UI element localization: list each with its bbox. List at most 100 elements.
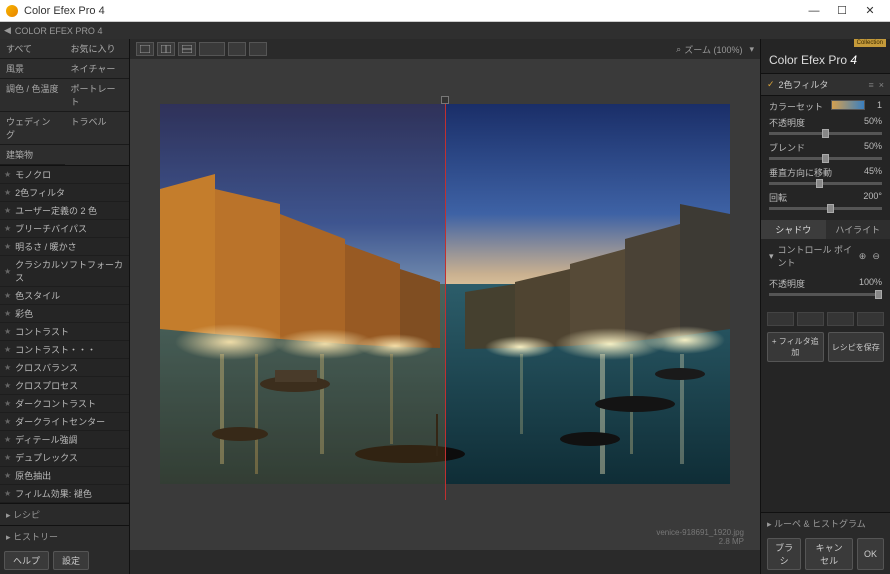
image-canvas[interactable]	[130, 59, 760, 528]
star-icon[interactable]: ★	[4, 242, 11, 251]
filter-label: コントラスト	[15, 325, 69, 338]
filter-item[interactable]: ★ブリーチバイパス	[0, 220, 129, 238]
param-label: ブレンド	[769, 141, 805, 154]
view-single-icon[interactable]	[136, 42, 154, 56]
star-icon[interactable]: ★	[4, 267, 11, 276]
param-slider[interactable]	[769, 182, 882, 185]
star-icon[interactable]: ★	[4, 188, 11, 197]
reorder-icon[interactable]: ≡	[868, 80, 872, 90]
star-icon[interactable]: ★	[4, 399, 11, 408]
add-filter-button[interactable]: + フィルタ追加	[767, 332, 824, 362]
close-filter-icon[interactable]: ×	[879, 80, 884, 90]
cp-add-minus-icon[interactable]: ⊖	[870, 249, 882, 263]
category-8[interactable]: 建築物	[0, 145, 65, 165]
star-icon[interactable]: ★	[4, 309, 11, 318]
star-icon[interactable]: ★	[4, 170, 11, 179]
filter-label: クロスバランス	[15, 361, 78, 374]
brush-button[interactable]: ブラシ	[767, 538, 801, 570]
param-value: 50%	[864, 116, 882, 129]
filter-label: コントラスト・・・	[15, 343, 96, 356]
cp-opacity-param: 不透明度100%	[761, 273, 890, 306]
filter-item[interactable]: ★原色抽出	[0, 467, 129, 485]
chevron-down-icon[interactable]: ▾	[749, 44, 754, 55]
filter-item[interactable]: ★明るさ / 暖かさ	[0, 238, 129, 256]
preset-slot-3[interactable]	[827, 312, 854, 326]
app-logo-icon	[6, 5, 18, 17]
category-7[interactable]: トラベル	[65, 112, 130, 145]
ok-button[interactable]: OK	[857, 538, 884, 570]
star-icon[interactable]: ★	[4, 327, 11, 336]
maximize-button[interactable]: ☐	[828, 4, 856, 17]
category-0[interactable]: すべて	[0, 39, 65, 59]
filter-item[interactable]: ★ユーザー定義の 2 色	[0, 202, 129, 220]
close-button[interactable]: ✕	[856, 4, 884, 17]
filter-item[interactable]: ★デュプレックス	[0, 449, 129, 467]
view-aux1-icon[interactable]	[228, 42, 246, 56]
filter-item[interactable]: ★彩色	[0, 305, 129, 323]
star-icon[interactable]: ★	[4, 345, 11, 354]
star-icon[interactable]: ★	[4, 291, 11, 300]
category-4[interactable]: 調色 / 色温度	[0, 79, 65, 112]
filter-item[interactable]: ★ ダークコントラスト	[0, 395, 129, 413]
filter-item[interactable]: ★ コントラスト・・・	[0, 341, 129, 359]
preset-slot-4[interactable]	[857, 312, 884, 326]
filter-item[interactable]: ★ コントラスト	[0, 323, 129, 341]
current-filter-header[interactable]: ✓ 2色フィルタ ≡ ×	[761, 73, 890, 96]
param-value: 1	[877, 100, 882, 113]
filter-item[interactable]: ★ クロスバランス	[0, 359, 129, 377]
filter-list[interactable]: ★モノクロ★2色フィルタ★ユーザー定義の 2 色★ブリーチバイパス★明るさ / …	[0, 166, 129, 503]
view-compare-icon[interactable]	[199, 42, 225, 56]
filter-item[interactable]: ★クラシカルソフトフォーカス	[0, 256, 129, 287]
zoom-label[interactable]: ズーム (100%)	[684, 43, 742, 56]
star-icon[interactable]: ★	[4, 363, 11, 372]
highlight-tab[interactable]: ハイライト	[826, 220, 890, 239]
preset-slot-2[interactable]	[797, 312, 824, 326]
view-split-h-icon[interactable]	[157, 42, 175, 56]
minimize-button[interactable]: —	[800, 5, 828, 17]
star-icon[interactable]: ★	[4, 453, 11, 462]
category-1[interactable]: お気に入り	[65, 39, 130, 59]
star-icon[interactable]: ★	[4, 471, 11, 480]
star-icon[interactable]: ★	[4, 417, 11, 426]
category-5[interactable]: ポートレート	[65, 79, 130, 112]
star-icon[interactable]: ★	[4, 435, 11, 444]
filter-item[interactable]: ★クロスプロセス	[0, 377, 129, 395]
loupe-histogram-section[interactable]: ▸ ルーペ & ヒストグラム	[761, 512, 890, 534]
current-filter-label: 2色フィルタ	[779, 78, 829, 91]
chevron-left-icon: ◀	[4, 25, 11, 36]
cancel-button[interactable]: キャンセル	[805, 538, 853, 570]
help-button[interactable]: ヘルプ	[4, 551, 49, 570]
colorset-swatch[interactable]	[831, 100, 865, 110]
window-title: Color Efex Pro 4	[24, 5, 800, 17]
cp-opacity-slider[interactable]	[769, 293, 882, 296]
filter-item[interactable]: ★2色フィルタ	[0, 184, 129, 202]
category-2[interactable]: 風景	[0, 59, 65, 79]
cp-add-plus-icon[interactable]: ⊕	[857, 249, 869, 263]
compare-divider[interactable]	[445, 98, 446, 500]
settings-button[interactable]: 設定	[53, 551, 89, 570]
star-icon[interactable]: ★	[4, 489, 11, 498]
star-icon[interactable]: ★	[4, 206, 11, 215]
filter-item[interactable]: ★モノクロ	[0, 166, 129, 184]
compare-handle-icon[interactable]	[441, 96, 449, 104]
param-slider[interactable]	[769, 207, 882, 210]
filter-item[interactable]: ★ディテール強調	[0, 431, 129, 449]
filter-item[interactable]: ★色スタイル	[0, 287, 129, 305]
param-slider[interactable]	[769, 157, 882, 160]
param-slider[interactable]	[769, 132, 882, 135]
save-recipe-button[interactable]: レシピを保存	[828, 332, 885, 362]
filter-item[interactable]: ★ダークライトセンター	[0, 413, 129, 431]
filter-item[interactable]: ★フィルム効果: 褪色	[0, 485, 129, 503]
filter-label: ダークコントラスト	[15, 397, 96, 410]
shadow-tab[interactable]: シャドウ	[761, 220, 826, 239]
category-3[interactable]: ネイチャー	[65, 59, 130, 79]
chevron-down-icon[interactable]: ▾	[769, 251, 774, 262]
view-split-v-icon[interactable]	[178, 42, 196, 56]
viewer-toolbar: ⌕ ズーム (100%) ▾	[130, 39, 760, 59]
star-icon[interactable]: ★	[4, 381, 11, 390]
brand-tag: Collection	[854, 39, 886, 47]
star-icon[interactable]: ★	[4, 224, 11, 233]
preset-slot-1[interactable]	[767, 312, 794, 326]
category-6[interactable]: ウェディング	[0, 112, 65, 145]
view-aux2-icon[interactable]	[249, 42, 267, 56]
